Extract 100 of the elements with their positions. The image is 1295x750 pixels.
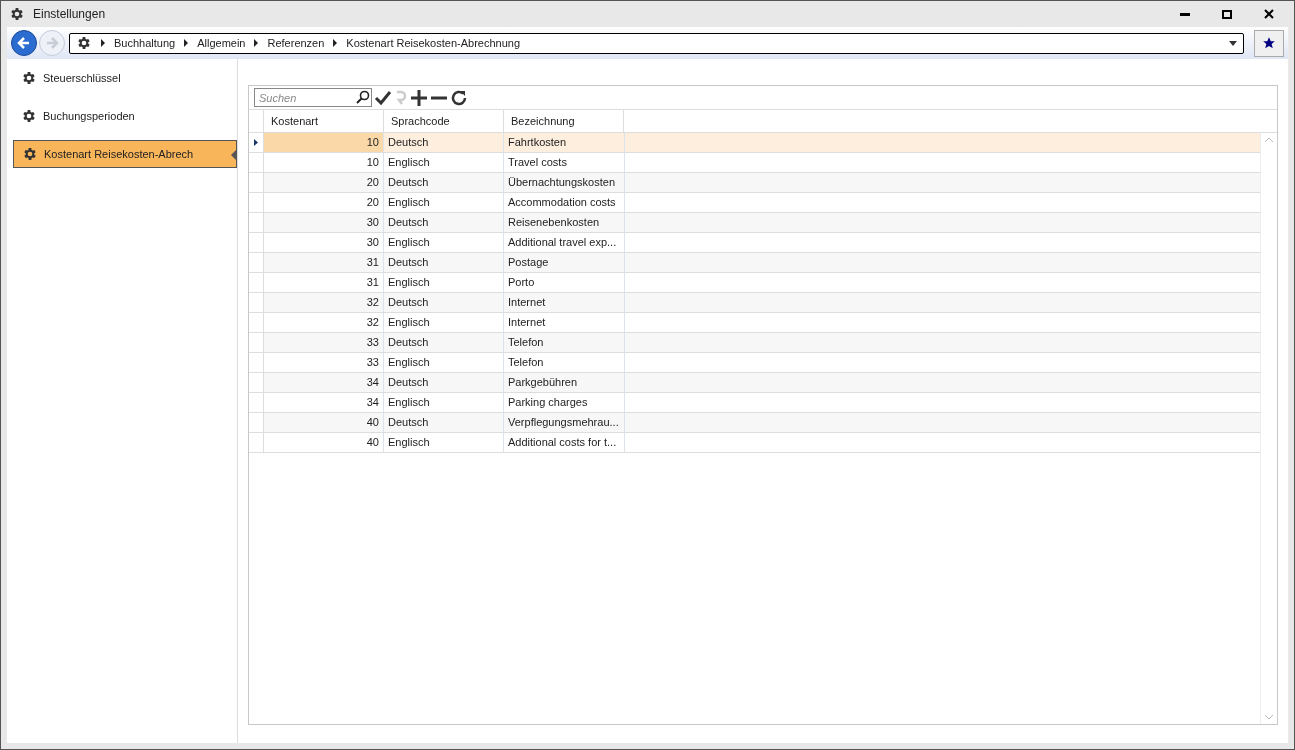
table-cell: Accommodation costs — [504, 193, 625, 212]
table-cell: 34 — [264, 373, 384, 392]
breadcrumb-item[interactable]: Allgemein — [197, 34, 246, 52]
table-cell: Telefon — [504, 353, 625, 372]
table-row[interactable]: 20 Englisch Accommodation costs — [249, 193, 1260, 213]
table-cell: 30 — [264, 233, 384, 252]
table-row[interactable]: 33 Englisch Telefon — [249, 353, 1260, 373]
dropdown-icon — [1229, 40, 1237, 46]
table-cell: Verpflegungsmehrau... — [504, 413, 625, 432]
table-cell: 31 — [264, 253, 384, 272]
close-icon — [1264, 9, 1274, 19]
table-row[interactable]: 10 Deutsch Fahrtkosten — [249, 133, 1260, 153]
sidebar-item[interactable]: Steuerschlüssel — [13, 64, 237, 92]
window-title: Einstellungen — [33, 6, 106, 23]
breadcrumb-item[interactable]: Kostenart Reisekosten-Abrechnung — [346, 34, 521, 52]
table-row[interactable]: 32 Deutsch Internet — [249, 293, 1260, 313]
table-cell: 40 — [264, 433, 384, 452]
table-cell: 20 — [264, 193, 384, 212]
table-cell: Deutsch — [384, 413, 504, 432]
table-cell: Deutsch — [384, 133, 504, 152]
table-cell: Deutsch — [384, 293, 504, 312]
gear-icon — [9, 6, 25, 22]
row-header[interactable] — [249, 133, 264, 152]
table-row[interactable]: 30 Deutsch Reisenebenkosten — [249, 213, 1260, 233]
table-cell: Deutsch — [384, 213, 504, 232]
column-header[interactable]: Bezeichnung — [504, 110, 624, 132]
chevron-icon — [332, 39, 339, 47]
table-cell: Parkgebühren — [504, 373, 625, 392]
refresh-icon[interactable] — [450, 88, 468, 107]
table-cell: 33 — [264, 333, 384, 352]
gear-icon — [21, 70, 37, 86]
table-row[interactable]: 34 Deutsch Parkgebühren — [249, 373, 1260, 393]
table-cell: 10 — [264, 133, 384, 152]
chevron-icon — [100, 39, 106, 47]
row-pointer-icon — [254, 139, 258, 146]
table-cell: Englisch — [384, 153, 504, 172]
table-cell: Fahrtkosten — [504, 133, 625, 152]
table-row[interactable]: 30 Englisch Additional travel exp... — [249, 233, 1260, 253]
table-cell: Telefon — [504, 333, 625, 352]
search-icon — [356, 90, 370, 104]
table-cell: Porto — [504, 273, 625, 292]
table-cell: Übernachtungskosten — [504, 173, 625, 192]
table-row[interactable]: 20 Deutsch Übernachtungskosten — [249, 173, 1260, 193]
chevron-icon — [253, 39, 260, 47]
table-cell: Englisch — [384, 233, 504, 252]
sidebar-item[interactable]: Kostenart Reisekosten-Abrech — [13, 140, 237, 168]
table-cell: Reisenebenkosten — [504, 213, 625, 232]
table-row[interactable]: 10 Englisch Travel costs — [249, 153, 1260, 173]
table-cell: 10 — [264, 153, 384, 172]
chevron-down-icon — [1265, 715, 1273, 720]
table-cell: Englisch — [384, 433, 504, 452]
table-row[interactable]: 34 Englisch Parking charges — [249, 393, 1260, 413]
table-row[interactable]: 32 Englisch Internet — [249, 313, 1260, 333]
table-row[interactable]: 33 Deutsch Telefon — [249, 333, 1260, 353]
table-row[interactable]: 31 Englisch Porto — [249, 273, 1260, 293]
table-cell: Deutsch — [384, 373, 504, 392]
table-cell: 32 — [264, 313, 384, 332]
table-cell: Internet — [504, 313, 625, 332]
favorite-button[interactable] — [1254, 29, 1284, 57]
table-cell: Deutsch — [384, 333, 504, 352]
table-cell: Deutsch — [384, 173, 504, 192]
table-row[interactable]: 40 Deutsch Verpflegungsmehrau... — [249, 413, 1260, 433]
sidebar-item[interactable]: Buchungsperioden — [13, 102, 237, 130]
table-cell: Postage — [504, 253, 625, 272]
table-cell: 32 — [264, 293, 384, 312]
table-row[interactable]: 40 Englisch Additional costs for t... — [249, 433, 1260, 453]
table-cell: Englisch — [384, 393, 504, 412]
column-header[interactable]: Sprachcode — [384, 110, 504, 132]
arrow-right-icon — [45, 36, 59, 50]
search-field[interactable]: Suchen — [254, 88, 372, 107]
gear-icon — [21, 108, 37, 124]
table-cell: Englisch — [384, 353, 504, 372]
table-row[interactable]: 31 Deutsch Postage — [249, 253, 1260, 273]
table-cell: 40 — [264, 413, 384, 432]
breadcrumb-item[interactable]: Referenzen — [267, 34, 325, 52]
table-cell: Parking charges — [504, 393, 625, 412]
table-cell: Englisch — [384, 273, 504, 292]
table-cell: 34 — [264, 393, 384, 412]
table-cell: 33 — [264, 353, 384, 372]
breadcrumb-bar[interactable]: Buchhaltung Allgemein Referenzen Kostenart Reisekosten-Abrechnung — [69, 32, 1244, 54]
breadcrumb-item[interactable]: Buchhaltung — [114, 34, 176, 52]
table-cell: Additional travel exp... — [504, 233, 625, 252]
chevron-up-icon — [1265, 137, 1273, 142]
table-cell: Englisch — [384, 313, 504, 332]
star-icon — [1262, 36, 1276, 50]
gear-icon — [22, 146, 38, 162]
gear-icon — [76, 35, 92, 51]
column-header[interactable]: Kostenart — [264, 110, 384, 132]
plus-icon[interactable] — [410, 88, 428, 107]
table-cell: 31 — [264, 273, 384, 292]
table-cell: Internet — [504, 293, 625, 312]
table-cell: Deutsch — [384, 253, 504, 272]
table-cell: 20 — [264, 173, 384, 192]
table-cell: Travel costs — [504, 153, 625, 172]
back-button[interactable] — [11, 30, 37, 56]
chevron-icon — [183, 39, 190, 47]
selection-pointer-icon — [231, 149, 237, 161]
table-cell: 30 — [264, 213, 384, 232]
arrow-left-icon — [17, 36, 31, 50]
checkmark-icon[interactable] — [374, 89, 392, 106]
